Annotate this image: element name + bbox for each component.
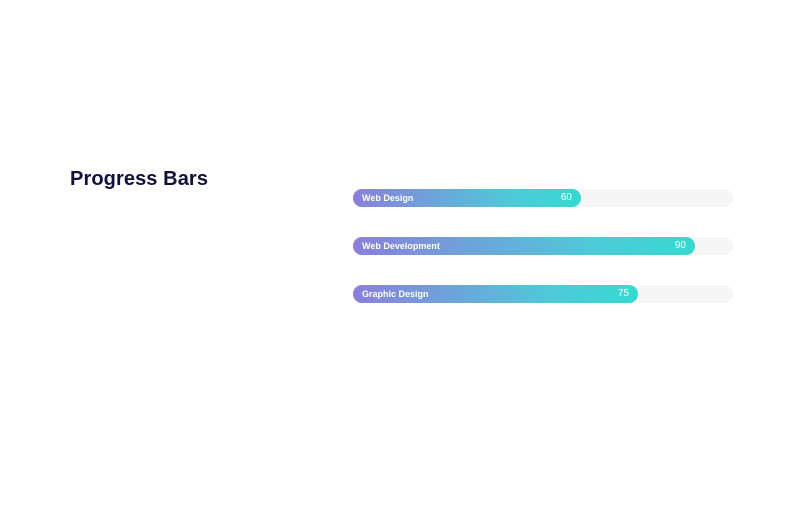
progress-fill-web-design: Web Design 60	[353, 189, 581, 207]
progress-track-web-development: Web Development 90	[353, 237, 733, 255]
progress-value: 60	[560, 192, 572, 203]
progress-value: 75	[617, 288, 629, 299]
progress-fill-graphic-design: Graphic Design 75	[353, 285, 638, 303]
page: Progress Bars Web Design 60 Web Developm…	[0, 0, 800, 510]
page-title: Progress Bars	[70, 168, 209, 190]
progress-bar-list: Web Design 60 Web Development 90 Graphic…	[353, 189, 733, 333]
progress-label: Web Design	[362, 193, 414, 203]
progress-fill-web-development: Web Development 90	[353, 237, 695, 255]
progress-label: Web Development	[362, 241, 440, 251]
progress-value: 90	[674, 240, 686, 251]
progress-label: Graphic Design	[362, 289, 429, 299]
progress-track-web-design: Web Design 60	[353, 189, 733, 207]
progress-track-graphic-design: Graphic Design 75	[353, 285, 733, 303]
